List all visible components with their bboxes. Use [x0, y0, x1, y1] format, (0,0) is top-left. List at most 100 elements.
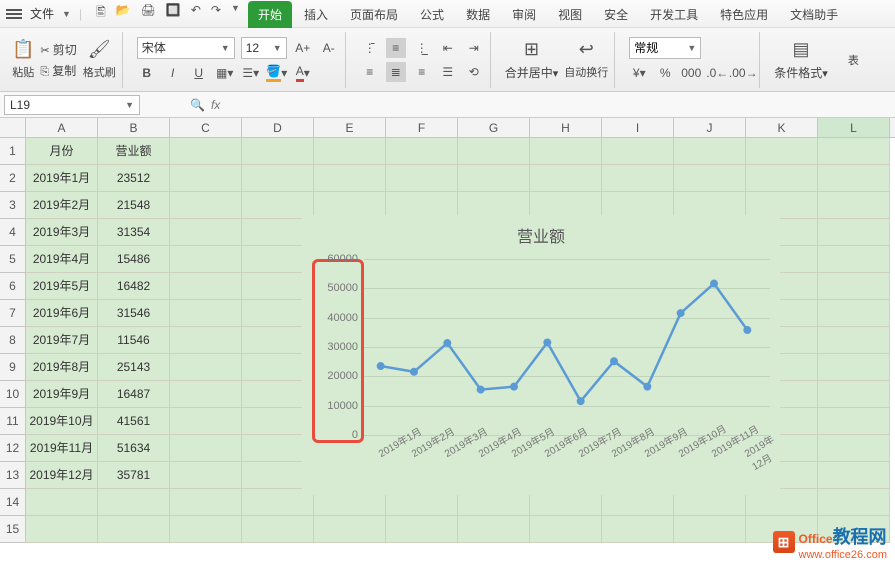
number-format-combo[interactable]: 常规▼	[629, 37, 701, 59]
comma-icon[interactable]: 000	[681, 63, 701, 83]
cell[interactable]	[242, 165, 314, 192]
cell[interactable]: 41561	[98, 408, 170, 435]
cell[interactable]: 2019年10月	[26, 408, 98, 435]
col-header-F[interactable]: F	[386, 118, 458, 137]
cell[interactable]	[170, 138, 242, 165]
cell[interactable]	[818, 354, 890, 381]
cell[interactable]	[170, 165, 242, 192]
cell[interactable]: 2019年9月	[26, 381, 98, 408]
align-right-icon[interactable]: ≡	[412, 62, 432, 82]
name-box[interactable]: L19▼	[4, 95, 140, 115]
cell[interactable]: 16487	[98, 381, 170, 408]
col-header-I[interactable]: I	[602, 118, 674, 137]
cell[interactable]	[98, 516, 170, 543]
cell[interactable]	[818, 246, 890, 273]
cell[interactable]: 2019年8月	[26, 354, 98, 381]
decrease-decimal-icon[interactable]: .00→	[733, 63, 753, 83]
cell[interactable]	[818, 435, 890, 462]
font-color-button[interactable]: A▾	[293, 63, 313, 83]
cell[interactable]	[170, 219, 242, 246]
col-header-A[interactable]: A	[26, 118, 98, 137]
cell[interactable]: 11546	[98, 327, 170, 354]
indent-increase-icon[interactable]: ⇥	[464, 38, 484, 58]
cell[interactable]	[242, 138, 314, 165]
fx-label[interactable]: fx	[211, 98, 220, 112]
format-painter-icon[interactable]: 🖌	[88, 39, 111, 60]
col-header-D[interactable]: D	[242, 118, 314, 137]
cell[interactable]: 21548	[98, 192, 170, 219]
tab-special[interactable]: 特色应用	[710, 1, 778, 28]
align-top-icon[interactable]: ⋮̄	[360, 38, 380, 58]
justify-icon[interactable]: ☰	[438, 62, 458, 82]
cell[interactable]: 25143	[98, 354, 170, 381]
row-header[interactable]: 6	[0, 273, 26, 300]
italic-button[interactable]: I	[163, 63, 183, 83]
cell[interactable]	[818, 138, 890, 165]
row-header[interactable]: 15	[0, 516, 26, 543]
indent-decrease-icon[interactable]: ⇤	[438, 38, 458, 58]
cell[interactable]	[818, 489, 890, 516]
cell[interactable]: 2019年7月	[26, 327, 98, 354]
row-header[interactable]: 1	[0, 138, 26, 165]
cell[interactable]	[314, 138, 386, 165]
cell[interactable]	[530, 516, 602, 543]
cell[interactable]: 2019年12月	[26, 462, 98, 489]
increase-font-icon[interactable]: A+	[293, 38, 313, 58]
row-header[interactable]: 10	[0, 381, 26, 408]
cell[interactable]	[170, 192, 242, 219]
row-header[interactable]: 11	[0, 408, 26, 435]
cell[interactable]	[818, 381, 890, 408]
cell[interactable]	[170, 273, 242, 300]
decrease-font-icon[interactable]: A-	[319, 38, 339, 58]
row-header[interactable]: 3	[0, 192, 26, 219]
cell[interactable]	[170, 381, 242, 408]
cell[interactable]: 35781	[98, 462, 170, 489]
conditional-format-icon[interactable]: ▤	[793, 39, 810, 60]
cell[interactable]	[26, 489, 98, 516]
cell[interactable]: 2019年4月	[26, 246, 98, 273]
row-header[interactable]: 12	[0, 435, 26, 462]
tab-security[interactable]: 安全	[594, 1, 638, 28]
cell[interactable]	[818, 192, 890, 219]
cell[interactable]: 2019年2月	[26, 192, 98, 219]
paste-icon[interactable]: 📋	[12, 39, 34, 60]
col-header-H[interactable]: H	[530, 118, 602, 137]
cell[interactable]	[818, 327, 890, 354]
row-header[interactable]: 2	[0, 165, 26, 192]
cell[interactable]	[674, 165, 746, 192]
cell[interactable]	[386, 165, 458, 192]
cell[interactable]: 月份	[26, 138, 98, 165]
col-header-L[interactable]: L	[818, 118, 890, 137]
row-header[interactable]: 4	[0, 219, 26, 246]
cell[interactable]	[458, 516, 530, 543]
row-header[interactable]: 5	[0, 246, 26, 273]
cell[interactable]	[818, 273, 890, 300]
percent-icon[interactable]: %	[655, 63, 675, 83]
embedded-chart[interactable]: 营业额 01000020000300004000050000600002019年…	[302, 215, 780, 495]
cell[interactable]: 营业额	[98, 138, 170, 165]
cell[interactable]	[170, 246, 242, 273]
currency-icon[interactable]: ¥▾	[629, 63, 649, 83]
cell[interactable]: 51634	[98, 435, 170, 462]
cell[interactable]: 2019年1月	[26, 165, 98, 192]
cell[interactable]	[818, 300, 890, 327]
col-header-G[interactable]: G	[458, 118, 530, 137]
cell[interactable]: 2019年6月	[26, 300, 98, 327]
cell[interactable]: 31354	[98, 219, 170, 246]
cell[interactable]	[170, 354, 242, 381]
cell[interactable]	[818, 165, 890, 192]
underline-button[interactable]: U	[189, 63, 209, 83]
fill-shape-icon[interactable]: ☰▾	[241, 63, 261, 83]
align-bottom-icon[interactable]: ⋮̲	[412, 38, 432, 58]
increase-decimal-icon[interactable]: .0←	[707, 63, 727, 83]
tab-data[interactable]: 数据	[456, 1, 500, 28]
cell[interactable]	[170, 300, 242, 327]
col-header-K[interactable]: K	[746, 118, 818, 137]
tab-insert[interactable]: 插入	[294, 1, 338, 28]
tab-formula[interactable]: 公式	[410, 1, 454, 28]
orientation-icon[interactable]: ⟲	[464, 62, 484, 82]
bold-button[interactable]: B	[137, 63, 157, 83]
cut-button[interactable]: ✂ 剪切	[40, 41, 76, 58]
cell[interactable]	[314, 165, 386, 192]
tab-start[interactable]: 开始	[248, 1, 292, 28]
